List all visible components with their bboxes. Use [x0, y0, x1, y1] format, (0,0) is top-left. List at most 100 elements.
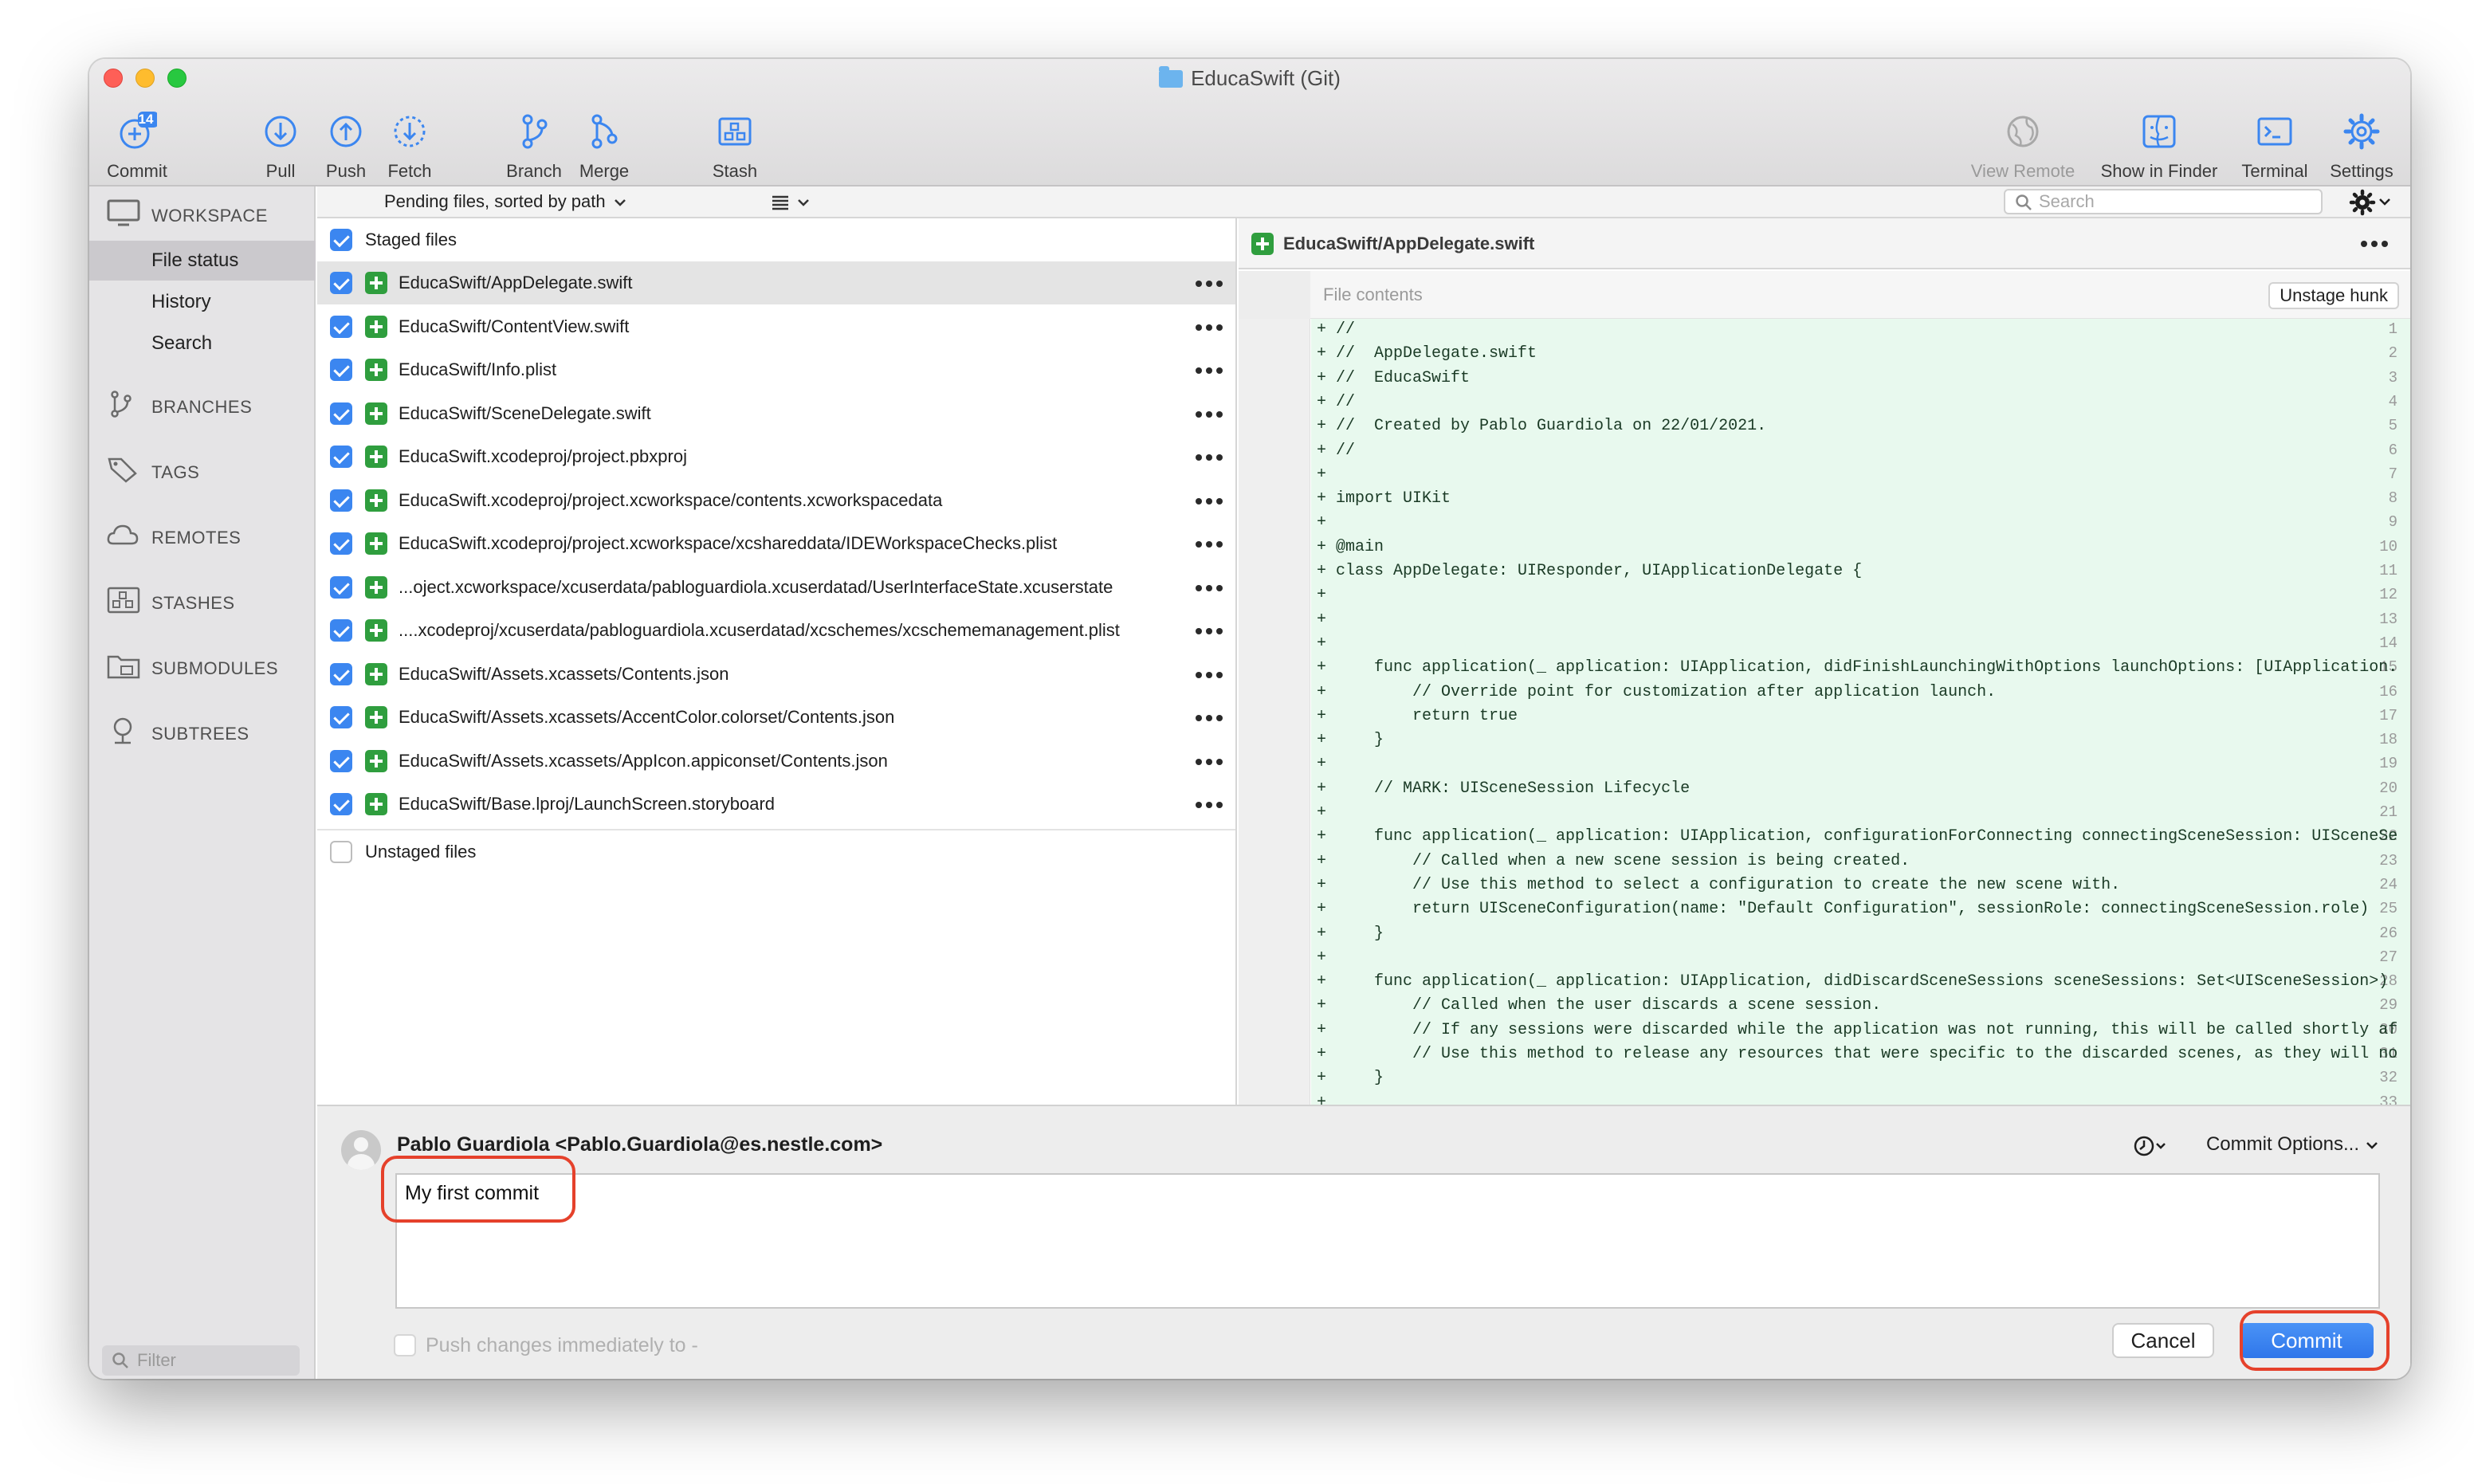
file-row[interactable]: EducaSwift.xcodeproj/project.xcworkspace…: [317, 479, 1235, 522]
file-row[interactable]: EducaSwift.xcodeproj/project.xcworkspace…: [317, 522, 1235, 565]
sidebar-item-search[interactable]: Search: [89, 324, 316, 363]
sort-dropdown[interactable]: Pending files, sorted by path: [384, 186, 626, 217]
search-icon: [2016, 194, 2032, 210]
line-number: 19: [2379, 755, 2397, 773]
unstaged-files-header[interactable]: Unstaged files: [317, 829, 1235, 872]
code-line: +: [1317, 755, 1327, 774]
file-checkbox[interactable]: [330, 402, 352, 425]
code-line: + // Use this method to select a configu…: [1317, 875, 2121, 894]
file-more-button[interactable]: [1196, 715, 1223, 721]
file-checkbox[interactable]: [330, 532, 352, 555]
file-checkbox[interactable]: [330, 446, 352, 468]
staged-files-label: Staged files: [365, 230, 457, 249]
push-immediately-checkbox[interactable]: [394, 1334, 416, 1356]
branch-button[interactable]: Branch: [494, 104, 574, 183]
sidebar-header-subtrees[interactable]: SUBTREES: [151, 724, 249, 744]
file-row[interactable]: EducaSwift/AppDelegate.swift: [317, 261, 1235, 304]
view-remote-button[interactable]: View Remote: [1965, 104, 2080, 183]
staged-files-header[interactable]: Staged files: [317, 218, 1235, 261]
terminal-button[interactable]: Terminal: [2229, 104, 2321, 183]
file-checkbox[interactable]: [330, 706, 352, 728]
file-more-button[interactable]: [1196, 324, 1223, 331]
settings-button[interactable]: Settings: [2318, 104, 2405, 183]
stash-button[interactable]: Stash: [695, 104, 775, 183]
diff-more-button[interactable]: [2361, 241, 2388, 247]
file-row[interactable]: EducaSwift/Assets.xcassets/Contents.json: [317, 653, 1235, 696]
file-more-button[interactable]: [1196, 802, 1223, 808]
cancel-button[interactable]: Cancel: [2112, 1323, 2214, 1358]
line-number: 33: [2379, 1093, 2397, 1105]
show-in-finder-button[interactable]: Show in Finder: [2091, 104, 2227, 183]
file-row[interactable]: EducaSwift/Base.lproj/LaunchScreen.story…: [317, 783, 1235, 826]
file-row[interactable]: EducaSwift/ContentView.swift: [317, 305, 1235, 348]
file-path: EducaSwift.xcodeproj/project.pbxproj: [399, 446, 687, 466]
branch-label: Branch: [506, 161, 562, 181]
cloud-icon: [107, 524, 139, 545]
view-mode-dropdown[interactable]: [770, 191, 818, 214]
staged-files-checkbox[interactable]: [330, 229, 352, 251]
terminal-label: Terminal: [2241, 161, 2308, 181]
file-path: EducaSwift/Info.plist: [399, 359, 557, 379]
added-file-icon: [365, 446, 387, 468]
pull-icon: [265, 116, 296, 147]
file-more-button[interactable]: [1196, 758, 1223, 765]
file-checkbox[interactable]: [330, 749, 352, 772]
file-checkbox[interactable]: [330, 662, 352, 685]
subtree-icon: [113, 717, 132, 744]
file-row[interactable]: EducaSwift/Assets.xcassets/AccentColor.c…: [317, 696, 1235, 739]
merge-button[interactable]: Merge: [564, 104, 644, 183]
file-more-button[interactable]: [1196, 281, 1223, 287]
commit-options-dropdown[interactable]: Commit Options...: [2206, 1130, 2378, 1159]
sidebar-header-remotes[interactable]: REMOTES: [151, 528, 241, 548]
file-row[interactable]: EducaSwift/SceneDelegate.swift: [317, 392, 1235, 435]
sidebar-header-branches[interactable]: BRANCHES: [151, 397, 252, 418]
sidebar-header-tags[interactable]: TAGS: [151, 462, 199, 483]
fetch-button[interactable]: Fetch: [370, 104, 450, 183]
show-in-finder-label: Show in Finder: [2100, 161, 2218, 181]
file-more-button[interactable]: [1196, 410, 1223, 418]
code-line: + // Created by Pablo Guardiola on 22/01…: [1317, 417, 1767, 436]
file-more-button[interactable]: [1196, 454, 1223, 461]
unstage-hunk-button[interactable]: Unstage hunk: [2268, 282, 2399, 309]
file-row[interactable]: EducaSwift/Assets.xcassets/AppIcon.appic…: [317, 740, 1235, 783]
search-input[interactable]: Search: [2004, 189, 2323, 214]
file-row[interactable]: EducaSwift/Info.plist: [317, 348, 1235, 391]
code-line: + //: [1317, 392, 1356, 411]
file-checkbox[interactable]: [330, 619, 352, 642]
file-checkbox[interactable]: [330, 272, 352, 294]
code-line: + // AppDelegate.swift: [1317, 344, 1537, 363]
file-checkbox[interactable]: [330, 315, 352, 338]
history-dropdown-icon[interactable]: [2131, 1133, 2171, 1159]
file-row[interactable]: ....xcodeproj/xcuserdata/pabloguardiola.…: [317, 609, 1235, 652]
gear-dropdown-icon[interactable]: [2346, 188, 2394, 217]
file-checkbox[interactable]: [330, 575, 352, 599]
sidebar-item-file-status[interactable]: File status: [89, 241, 316, 281]
file-row[interactable]: ...oject.xcworkspace/xcuserdata/pablogua…: [317, 566, 1235, 609]
file-checkbox[interactable]: [330, 489, 352, 512]
file-more-button[interactable]: [1196, 367, 1223, 374]
commit-message-field[interactable]: My first commit: [395, 1173, 2380, 1309]
sidebar-header-submodules[interactable]: SUBMODULES: [151, 658, 278, 679]
file-more-button[interactable]: [1196, 584, 1223, 591]
file-more-button[interactable]: [1196, 497, 1223, 504]
code-line: + func application(_ application: UIAppl…: [1317, 658, 2398, 677]
code-line: + // Called when a new scene session is …: [1317, 851, 1910, 870]
unstaged-files-checkbox[interactable]: [330, 841, 352, 863]
file-more-button[interactable]: [1196, 628, 1223, 634]
highlight-annotation: [381, 1156, 575, 1223]
file-more-button[interactable]: [1196, 541, 1223, 548]
tag-icon: [108, 457, 137, 483]
code-line: + // Called when the user discards a sce…: [1317, 996, 1882, 1015]
file-row[interactable]: EducaSwift.xcodeproj/project.pbxproj: [317, 435, 1235, 478]
file-checkbox[interactable]: [330, 359, 352, 381]
file-more-button[interactable]: [1196, 671, 1223, 678]
sidebar-item-history[interactable]: History: [89, 282, 316, 322]
file-checkbox[interactable]: [330, 793, 352, 815]
sidebar-header-stashes[interactable]: STASHES: [151, 593, 235, 614]
stash-label: Stash: [712, 161, 758, 181]
diff-view: EducaSwift/AppDelegate.swift File conten…: [1239, 218, 2410, 1105]
commit-button[interactable]: 14 Commit: [89, 104, 185, 183]
code-line: + }: [1317, 1069, 1384, 1088]
commit-label: Commit: [107, 161, 167, 181]
sidebar-filter-input[interactable]: Filter: [102, 1345, 300, 1376]
